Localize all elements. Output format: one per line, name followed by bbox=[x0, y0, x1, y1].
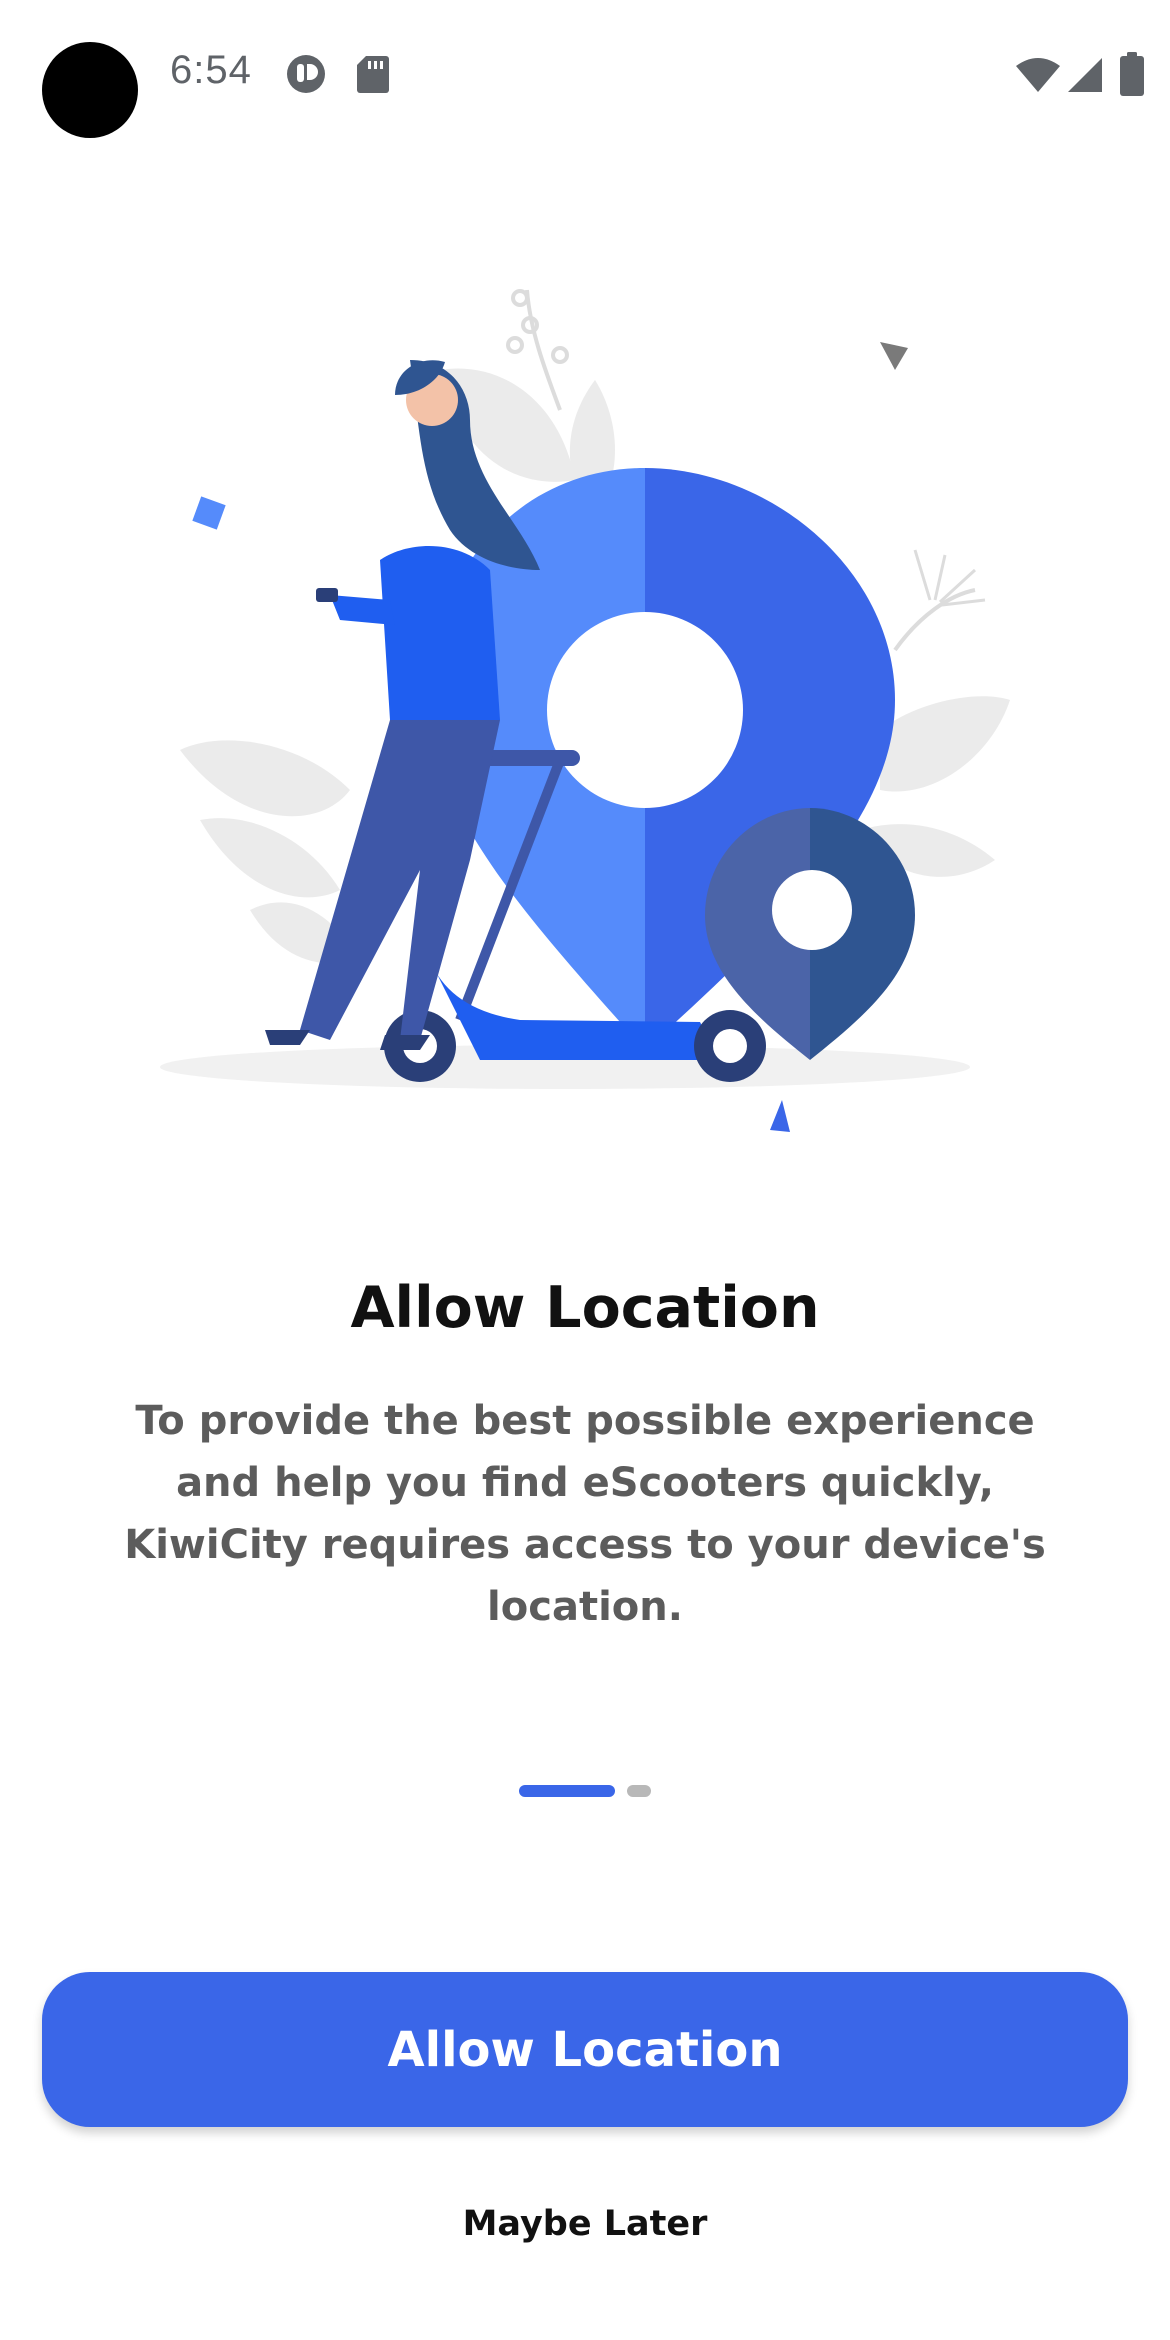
camera-cutout bbox=[42, 42, 138, 138]
maybe-later-button[interactable]: Maybe Later bbox=[385, 2190, 785, 2258]
page-indicator-dot-inactive bbox=[627, 1785, 651, 1797]
page-indicator-dot-active bbox=[519, 1785, 615, 1797]
floating-triangle-gray bbox=[880, 342, 908, 370]
page-title: Allow Location bbox=[350, 1275, 820, 1341]
floating-triangle-blue bbox=[770, 1100, 790, 1132]
status-bar: 6:54 bbox=[0, 0, 1170, 150]
wifi-icon bbox=[1016, 58, 1060, 92]
maybe-later-button-label: Maybe Later bbox=[462, 2204, 708, 2244]
allow-location-button-label: Allow Location bbox=[387, 2021, 783, 2078]
sd-card-icon bbox=[357, 56, 389, 93]
location-illustration bbox=[160, 289, 1010, 1132]
cellular-signal-icon bbox=[1068, 58, 1102, 92]
allow-location-button[interactable]: Allow Location bbox=[42, 1972, 1128, 2127]
battery-icon bbox=[1120, 52, 1144, 96]
status-time: 6:54 bbox=[170, 48, 252, 92]
page-description: To provide the best possible experience … bbox=[124, 1398, 1046, 1630]
floating-square bbox=[192, 496, 226, 530]
app-notification-icon bbox=[287, 55, 325, 93]
